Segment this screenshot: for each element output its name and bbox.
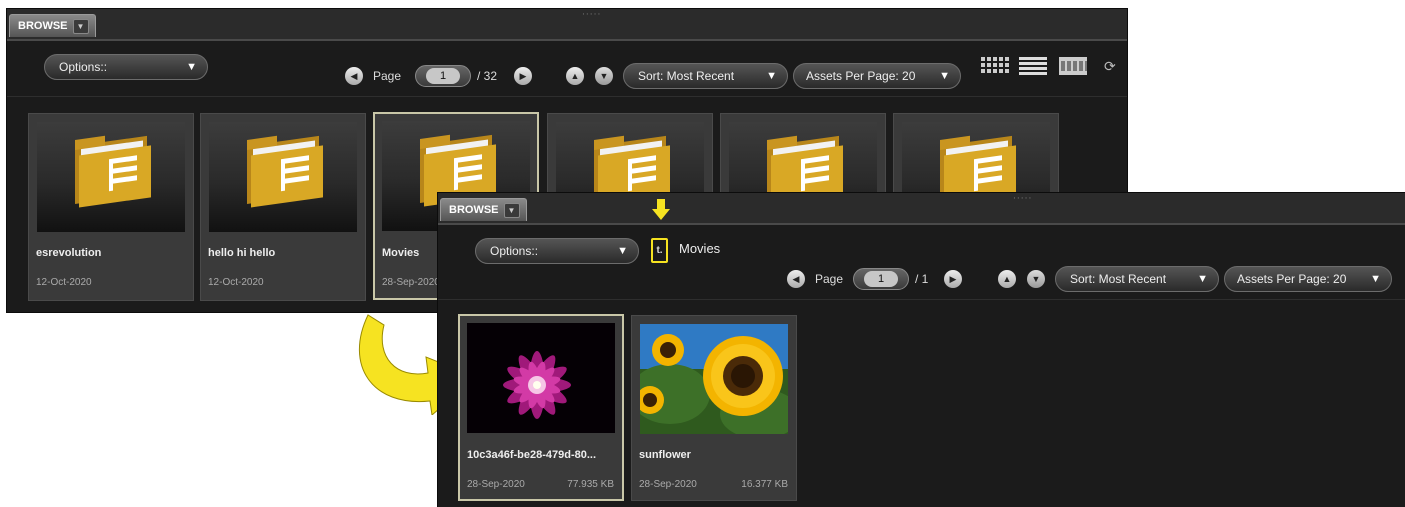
page-label: Page — [815, 272, 844, 286]
chevron-down-icon: ▼ — [766, 70, 777, 82]
sort-ascending-button[interactable]: ▲ — [566, 67, 584, 85]
folder-icon — [247, 135, 323, 208]
chevron-down-icon[interactable]: ▼ — [72, 18, 89, 34]
tile-name: esrevolution — [36, 247, 102, 259]
page-total: / 32 — [477, 69, 498, 83]
options-dropdown[interactable]: Options:: ▼ — [44, 54, 208, 80]
page-number-input[interactable]: 1 — [853, 268, 909, 290]
asset-tile[interactable]: sunflower 28-Sep-2020 16.377 KB — [631, 315, 797, 501]
chevron-down-icon[interactable]: ▼ — [503, 202, 520, 218]
sort-label: Sort: Most Recent — [1070, 272, 1167, 286]
folder-tile[interactable]: esrevolution 12-Oct-2020 — [28, 113, 194, 301]
page-total: / 1 — [915, 272, 929, 286]
sort-descending-button[interactable]: ▼ — [595, 67, 613, 85]
tile-name: Movies — [382, 247, 420, 259]
tile-date: 28-Sep-2020 — [639, 479, 697, 490]
next-page-button[interactable]: ▶ — [944, 270, 962, 288]
tab-browse[interactable]: BROWSE ▼ — [9, 14, 96, 37]
tile-name: hello hi hello — [208, 247, 276, 259]
sunflower-photo — [640, 324, 788, 434]
toolbar: Options:: ▼ t. Movies ◀ Page 1 / 1 ▶ ▲ ▼… — [438, 199, 1405, 300]
sort-label: Sort: Most Recent — [638, 69, 735, 83]
tile-size: 16.377 KB — [741, 479, 788, 490]
prev-page-button[interactable]: ◀ — [787, 270, 805, 288]
chevron-down-icon: ▼ — [186, 61, 197, 73]
sort-ascending-button[interactable]: ▲ — [998, 270, 1016, 288]
parent-folder-glyph: t. — [656, 245, 663, 256]
asset-tile-selected[interactable]: 10c3a46f-be28-479d-80... 28-Sep-2020 77.… — [458, 314, 624, 501]
sort-dropdown[interactable]: Sort: Most Recent ▼ — [623, 63, 788, 89]
page-label: Page — [373, 69, 402, 83]
options-label: Options:: — [490, 244, 539, 258]
resize-grip[interactable]: ····· — [582, 10, 601, 20]
toolbar: Options:: ▼ ◀ Page 1 / 32 ▶ ▲ ▼ Sort: Mo… — [7, 41, 1127, 97]
chevron-down-icon: ▼ — [1370, 273, 1381, 285]
resize-grip[interactable]: ····· — [1013, 194, 1032, 204]
list-view-icon[interactable] — [1019, 57, 1047, 75]
options-label: Options:: — [59, 60, 108, 74]
chevron-down-icon: ▼ — [1197, 273, 1208, 285]
refresh-icon[interactable]: ⟳ — [1104, 58, 1116, 75]
page-number-value: 1 — [864, 271, 898, 287]
browse-panel-movies: BROWSE ▼ ····· Options:: ▼ t. Movies ◀ P… — [438, 193, 1405, 507]
page-number-input[interactable]: 1 — [415, 65, 471, 87]
assets-per-page-dropdown[interactable]: Assets Per Page: 20 ▼ — [793, 63, 961, 89]
folder-icon — [75, 135, 151, 208]
tab-label: BROWSE — [18, 20, 68, 32]
parent-folder-icon[interactable]: t. — [651, 238, 668, 263]
next-page-button[interactable]: ▶ — [514, 67, 532, 85]
sunflower-image — [640, 324, 788, 434]
tile-name: sunflower — [639, 449, 691, 461]
filmstrip-view-icon[interactable] — [1059, 57, 1087, 75]
tab-bar: BROWSE ▼ ····· — [438, 193, 1405, 225]
dahlia-image — [467, 323, 615, 433]
tab-browse[interactable]: BROWSE ▼ — [440, 198, 527, 221]
yellow-down-arrow-icon — [652, 199, 670, 220]
tile-size: 77.935 KB — [567, 479, 614, 490]
tab-bar: BROWSE ▼ ····· — [7, 9, 1127, 41]
folder-tile[interactable]: hello hi hello 12-Oct-2020 — [200, 113, 366, 301]
folder-thumbnail — [37, 122, 185, 232]
tile-name: 10c3a46f-be28-479d-80... — [467, 449, 597, 461]
tile-date: 28-Sep-2020 — [382, 277, 440, 288]
tab-label: BROWSE — [449, 204, 499, 216]
tile-date: 28-Sep-2020 — [467, 479, 525, 490]
tile-date: 12-Oct-2020 — [36, 277, 92, 288]
sort-descending-button[interactable]: ▼ — [1027, 270, 1045, 288]
chevron-down-icon: ▼ — [617, 245, 628, 257]
flower-photo — [467, 323, 615, 433]
sort-dropdown[interactable]: Sort: Most Recent ▼ — [1055, 266, 1219, 292]
folder-thumbnail — [209, 122, 357, 232]
assets-per-page-dropdown[interactable]: Assets Per Page: 20 ▼ — [1224, 266, 1392, 292]
assets-per-page-label: Assets Per Page: 20 — [806, 69, 916, 83]
tile-date: 12-Oct-2020 — [208, 277, 264, 288]
breadcrumb[interactable]: Movies — [679, 241, 720, 256]
prev-page-button[interactable]: ◀ — [345, 67, 363, 85]
grid-view-icon[interactable] — [981, 57, 1009, 75]
chevron-down-icon: ▼ — [939, 70, 950, 82]
options-dropdown[interactable]: Options:: ▼ — [475, 238, 639, 264]
assets-per-page-label: Assets Per Page: 20 — [1237, 272, 1347, 286]
page-number-value: 1 — [426, 68, 460, 84]
